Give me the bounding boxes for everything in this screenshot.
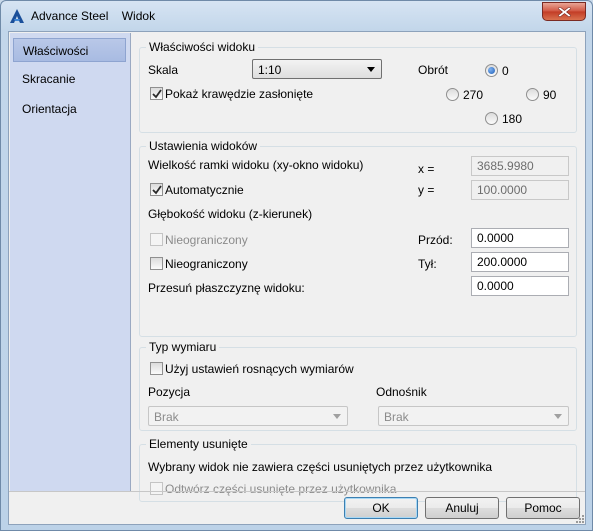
automatic-label: Automatycznie (165, 183, 244, 197)
checkmark-icon (152, 185, 162, 195)
radio-selected-dot (488, 67, 495, 74)
position-label: Pozycja (148, 385, 191, 399)
x-label: x = (418, 162, 435, 176)
dimension-type-group: Typ wymiaru Użyj ustawień rosnących wymi… (139, 340, 577, 431)
scale-label: Skala (148, 63, 179, 77)
close-icon (558, 7, 571, 17)
reference-value: Brak (384, 410, 409, 424)
rotation-radio-180[interactable] (485, 112, 498, 125)
restore-removed-checkbox[interactable] (150, 482, 163, 495)
x-value-field[interactable]: 3685.9980 (471, 156, 569, 176)
removed-elements-message: Wybrany widok nie zawiera części usunięt… (148, 460, 493, 474)
close-button[interactable] (542, 2, 586, 21)
shift-plane-field[interactable]: 0.0000 (471, 276, 569, 296)
unlimited-back-checkbox[interactable] (150, 257, 163, 270)
front-value-field[interactable]: 0.0000 (471, 228, 569, 248)
sidebar-item-orientacja[interactable]: Orientacja (13, 97, 126, 121)
frame-size-label: Wielkość ramki widoku (xy-okno widoku) (148, 158, 364, 172)
help-button[interactable]: Pomoc (506, 497, 580, 519)
restore-removed-label: Odtwórz części usunięte przez użytkownik… (165, 482, 397, 496)
removed-elements-title: Elementy usunięte (146, 437, 251, 451)
use-incremental-label: Użyj ustawień rosnących wymiarów (165, 362, 354, 376)
dialog-name: Widok (121, 9, 156, 23)
rotation-radio-0[interactable] (485, 64, 498, 77)
reference-select[interactable]: Brak (378, 406, 569, 426)
main-panel: Właściwości widoku Skala 1:10 Obrót 0 Po… (131, 33, 585, 502)
view-settings-title: Ustawienia widoków (146, 139, 261, 153)
removed-elements-group: Elementy usunięte Wybrany widok nie zawi… (139, 437, 577, 502)
resize-grip-icon[interactable] (575, 514, 585, 524)
shift-plane-label: Przesuń płaszczyznę widoku: (148, 281, 305, 295)
automatic-checkbox[interactable] (150, 183, 163, 196)
back-label: Tył: (418, 257, 437, 271)
position-select[interactable]: Brak (148, 406, 348, 426)
rotation-radio-90[interactable] (526, 88, 539, 101)
window-title: Advance Steel Widok (31, 9, 165, 23)
scale-select[interactable]: 1:10 (252, 59, 382, 79)
show-hidden-edges-label: Pokaż krawędzie zasłonięte (165, 87, 314, 101)
dimension-type-title: Typ wymiaru (146, 340, 220, 354)
rotation-270-label: 270 (463, 88, 484, 102)
dialog-window: Advance Steel Widok Właściwości Skracani… (0, 0, 593, 531)
front-label: Przód: (418, 233, 453, 247)
use-incremental-checkbox[interactable] (150, 362, 163, 375)
app-name: Advance Steel (31, 9, 109, 23)
sidebar-item-skracanie[interactable]: Skracanie (13, 67, 126, 91)
view-properties-title: Właściwości widoku (146, 40, 259, 54)
chevron-down-icon (333, 414, 341, 419)
sidebar: Właściwości Skracanie Orientacja (10, 33, 131, 491)
chevron-down-icon (554, 414, 562, 419)
dialog-client-area: Właściwości Skracanie Orientacja Właściw… (8, 31, 586, 525)
title-bar[interactable]: Advance Steel Widok (1, 1, 592, 31)
view-properties-group: Właściwości widoku Skala 1:10 Obrót 0 Po… (139, 40, 577, 133)
rotation-90-label: 90 (543, 88, 557, 102)
show-hidden-edges-checkbox[interactable] (150, 87, 163, 100)
rotation-label: Obrót (418, 63, 449, 77)
unlimited-front-label: Nieograniczony (165, 233, 248, 247)
rotation-180-label: 180 (502, 112, 523, 126)
depth-label: Głębokość widoku (z-kierunek) (148, 207, 313, 221)
unlimited-front-checkbox[interactable] (150, 233, 163, 246)
y-value-field[interactable]: 100.0000 (471, 180, 569, 200)
reference-label: Odnośnik (376, 385, 427, 399)
checkmark-icon (152, 89, 162, 99)
footer-separator (9, 491, 585, 492)
cancel-button[interactable]: Anuluj (425, 497, 499, 519)
rotation-radio-270[interactable] (446, 88, 459, 101)
view-settings-group: Ustawienia widoków Wielkość ramki widoku… (139, 139, 577, 337)
advance-steel-logo-icon (10, 9, 24, 23)
y-label: y = (418, 183, 435, 197)
chevron-down-icon (367, 67, 375, 72)
sidebar-item-wlasciwosci[interactable]: Właściwości (13, 38, 126, 62)
rotation-0-label: 0 (502, 64, 509, 78)
unlimited-back-label: Nieograniczony (165, 257, 248, 271)
ok-button[interactable]: OK (344, 497, 418, 519)
back-value-field[interactable]: 200.0000 (471, 252, 569, 272)
position-value: Brak (154, 410, 179, 424)
scale-value: 1:10 (258, 63, 282, 77)
